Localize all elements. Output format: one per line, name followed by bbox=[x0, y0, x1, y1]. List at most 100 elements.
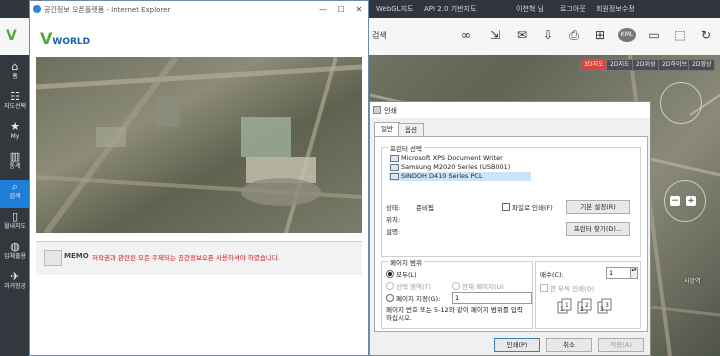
star-icon: ★ bbox=[10, 120, 20, 133]
copies-group: 매수(C): ▴▾ 한 부씩 인쇄(O) 11 22 33 bbox=[535, 261, 641, 329]
printer-name: Samsung M2020 Series (USB001) bbox=[401, 163, 511, 171]
sidebar-item-plane[interactable]: ✈ 과거항공 bbox=[0, 270, 30, 298]
copies-spinner[interactable]: ▴▾ bbox=[630, 267, 638, 279]
status-value: 준비됨 bbox=[416, 204, 434, 212]
svg-text:3: 3 bbox=[605, 302, 609, 309]
pin-icon[interactable]: ⇲ bbox=[487, 28, 503, 42]
find-printer-button[interactable]: 프린터 찾기(D)... bbox=[566, 222, 630, 236]
range-current-radio[interactable] bbox=[452, 282, 460, 290]
nav-link-logout[interactable]: 로그아웃 bbox=[560, 4, 586, 14]
select-area-icon[interactable]: ⬚ bbox=[672, 28, 688, 42]
satellite-print-preview bbox=[35, 55, 363, 235]
ie-window-title: 공간정보 오픈플랫폼 - Internet Explorer bbox=[44, 6, 171, 14]
print-icon[interactable]: ⎙ bbox=[566, 28, 582, 42]
map-mode-button-1[interactable]: 2D지도 bbox=[606, 59, 634, 71]
widescreen-icon[interactable]: ▭ bbox=[646, 28, 662, 42]
printer-name: SINDOH D410 Series PCL bbox=[401, 172, 483, 180]
printer-group-title: 프린터 선택 bbox=[388, 143, 424, 153]
sidebar-item-search[interactable]: ⌕ 검색 bbox=[0, 180, 30, 208]
sidebar-item-label: 입체출용 bbox=[3, 253, 27, 260]
page-range-title: 페이지 범위 bbox=[388, 257, 424, 267]
memo-bar: MEMO 저작권과 관련된 모든 주제되는 공간정보오픈 사용하셔야 하였습니다… bbox=[36, 241, 362, 277]
zoom-in-button[interactable]: + bbox=[686, 196, 696, 206]
collate-checkbox[interactable] bbox=[540, 284, 548, 292]
sidebar-item-globe[interactable]: ◍ 입체출용 bbox=[0, 240, 30, 268]
map-mode-button-0[interactable]: 3D지도 bbox=[580, 59, 608, 71]
stats-icon: ▥ bbox=[9, 150, 21, 163]
printer-list-item[interactable]: SINDOH D410 Series PCL bbox=[389, 172, 531, 181]
print-dialog-title-bar: 인쇄 bbox=[370, 102, 650, 118]
sidebar-item-label: 월내지도 bbox=[3, 223, 27, 230]
collate-label: 한 부씩 인쇄(O) bbox=[550, 285, 595, 293]
home-icon: ⌂ bbox=[11, 60, 19, 73]
range-selection-radio[interactable] bbox=[386, 282, 394, 290]
print-button[interactable]: 인쇄(P) bbox=[494, 338, 540, 352]
sidebar-item-map-select[interactable]: ☷ 지도선택 bbox=[0, 90, 30, 118]
map-place-label: 사암역 bbox=[684, 278, 701, 285]
search-suffix-label: 검색 bbox=[372, 31, 387, 40]
nav-link-webgl[interactable]: WebGL지도 bbox=[376, 4, 413, 14]
printer-name: Microsoft XPS Document Writer bbox=[401, 154, 503, 162]
apply-button[interactable]: 적용(A) bbox=[598, 338, 644, 352]
range-selection-label: 선택 영역(T) bbox=[396, 283, 432, 291]
map-select-icon: ☷ bbox=[10, 90, 20, 103]
book-icon: ▯ bbox=[11, 210, 19, 223]
print-to-file-checkbox[interactable] bbox=[502, 203, 510, 211]
comment-label: 설명: bbox=[386, 228, 401, 236]
map-mode-button-3[interactable]: 2D하이브 bbox=[658, 59, 691, 71]
memo-label: MEMO bbox=[64, 252, 89, 260]
sidebar-item-label: 통계 bbox=[9, 163, 21, 170]
range-pages-radio[interactable] bbox=[386, 294, 394, 302]
pages-input[interactable] bbox=[452, 292, 532, 304]
printer-icon bbox=[390, 164, 399, 171]
sidebar-item-label: 과거항공 bbox=[3, 283, 27, 290]
copies-input[interactable] bbox=[606, 267, 632, 279]
memo-copyright-text: 저작권과 관련된 모든 주제되는 공간정보오픈 사용하셔야 하였습니다. bbox=[92, 254, 280, 262]
sidebar-item-stats[interactable]: ▥ 통계 bbox=[0, 150, 30, 178]
compare-icon[interactable]: ⊞ bbox=[592, 28, 608, 42]
svg-text:1: 1 bbox=[560, 306, 564, 313]
svg-text:2: 2 bbox=[580, 306, 584, 313]
printer-list-item[interactable]: Samsung M2020 Series (USB001) bbox=[389, 163, 531, 172]
sidebar-item-label: 홈 bbox=[12, 73, 18, 80]
tab-general[interactable]: 일반 bbox=[374, 122, 400, 137]
kml-icon[interactable]: KML bbox=[618, 28, 636, 42]
printer-list: Microsoft XPS Document Writer Samsung M20… bbox=[386, 154, 636, 184]
map-rotate-control[interactable] bbox=[660, 82, 702, 124]
range-all-radio[interactable] bbox=[386, 270, 394, 278]
globe-icon: ◍ bbox=[10, 240, 20, 253]
sidebar-item-home[interactable]: ⌂ 홈 bbox=[0, 60, 30, 88]
cancel-button[interactable]: 취소 bbox=[546, 338, 592, 352]
range-pages-label: 페이지 지정(G): bbox=[396, 295, 441, 303]
nav-user-name: 이천혁 님 bbox=[516, 5, 544, 13]
sidebar-item-book[interactable]: ▯ 월내지도 bbox=[0, 210, 30, 238]
sidebar-item-label: My bbox=[10, 133, 20, 140]
plane-icon: ✈ bbox=[10, 270, 20, 283]
ie-header: VWORLD bbox=[30, 19, 368, 57]
refresh-icon[interactable]: ↻ bbox=[698, 28, 714, 42]
sidebar-item-star[interactable]: ★ My bbox=[0, 120, 30, 148]
zoom-out-button[interactable]: − bbox=[670, 196, 680, 206]
nav-link-profile-edit[interactable]: 회원정보수정 bbox=[596, 4, 635, 14]
svg-text:1: 1 bbox=[565, 302, 569, 309]
search-icon: ⌕ bbox=[11, 180, 19, 193]
nav-link-api2[interactable]: API 2.0 기반지도 bbox=[424, 4, 476, 14]
memo-icon bbox=[44, 250, 62, 266]
status-label: 상태: bbox=[386, 204, 401, 212]
map-mode-button-2[interactable]: 2D위성 bbox=[632, 59, 660, 71]
ie-popup-window: 공간정보 오픈플랫폼 - Internet Explorer — ☐ ✕ VWO… bbox=[29, 0, 369, 356]
preferences-button[interactable]: 기본 설정(R) bbox=[566, 200, 630, 214]
printer-list-item[interactable]: Microsoft XPS Document Writer bbox=[389, 154, 531, 163]
download-icon[interactable]: ⇩ bbox=[540, 28, 556, 42]
map-mode-button-4[interactable]: 2D영상 bbox=[688, 59, 716, 71]
binoculars-icon[interactable]: ∞ bbox=[458, 28, 474, 42]
print-to-file-label: 파일로 인쇄(F) bbox=[512, 204, 553, 212]
close-button[interactable]: ✕ bbox=[352, 4, 366, 16]
printer-icon bbox=[373, 106, 381, 114]
minimize-button[interactable]: — bbox=[316, 4, 330, 16]
mail-icon[interactable]: ✉ bbox=[514, 28, 530, 42]
vworld-logo-mini: V bbox=[6, 28, 17, 44]
svg-text:3: 3 bbox=[600, 306, 604, 313]
tab-options[interactable]: 옵션 bbox=[398, 123, 424, 137]
maximize-button[interactable]: ☐ bbox=[334, 4, 348, 16]
